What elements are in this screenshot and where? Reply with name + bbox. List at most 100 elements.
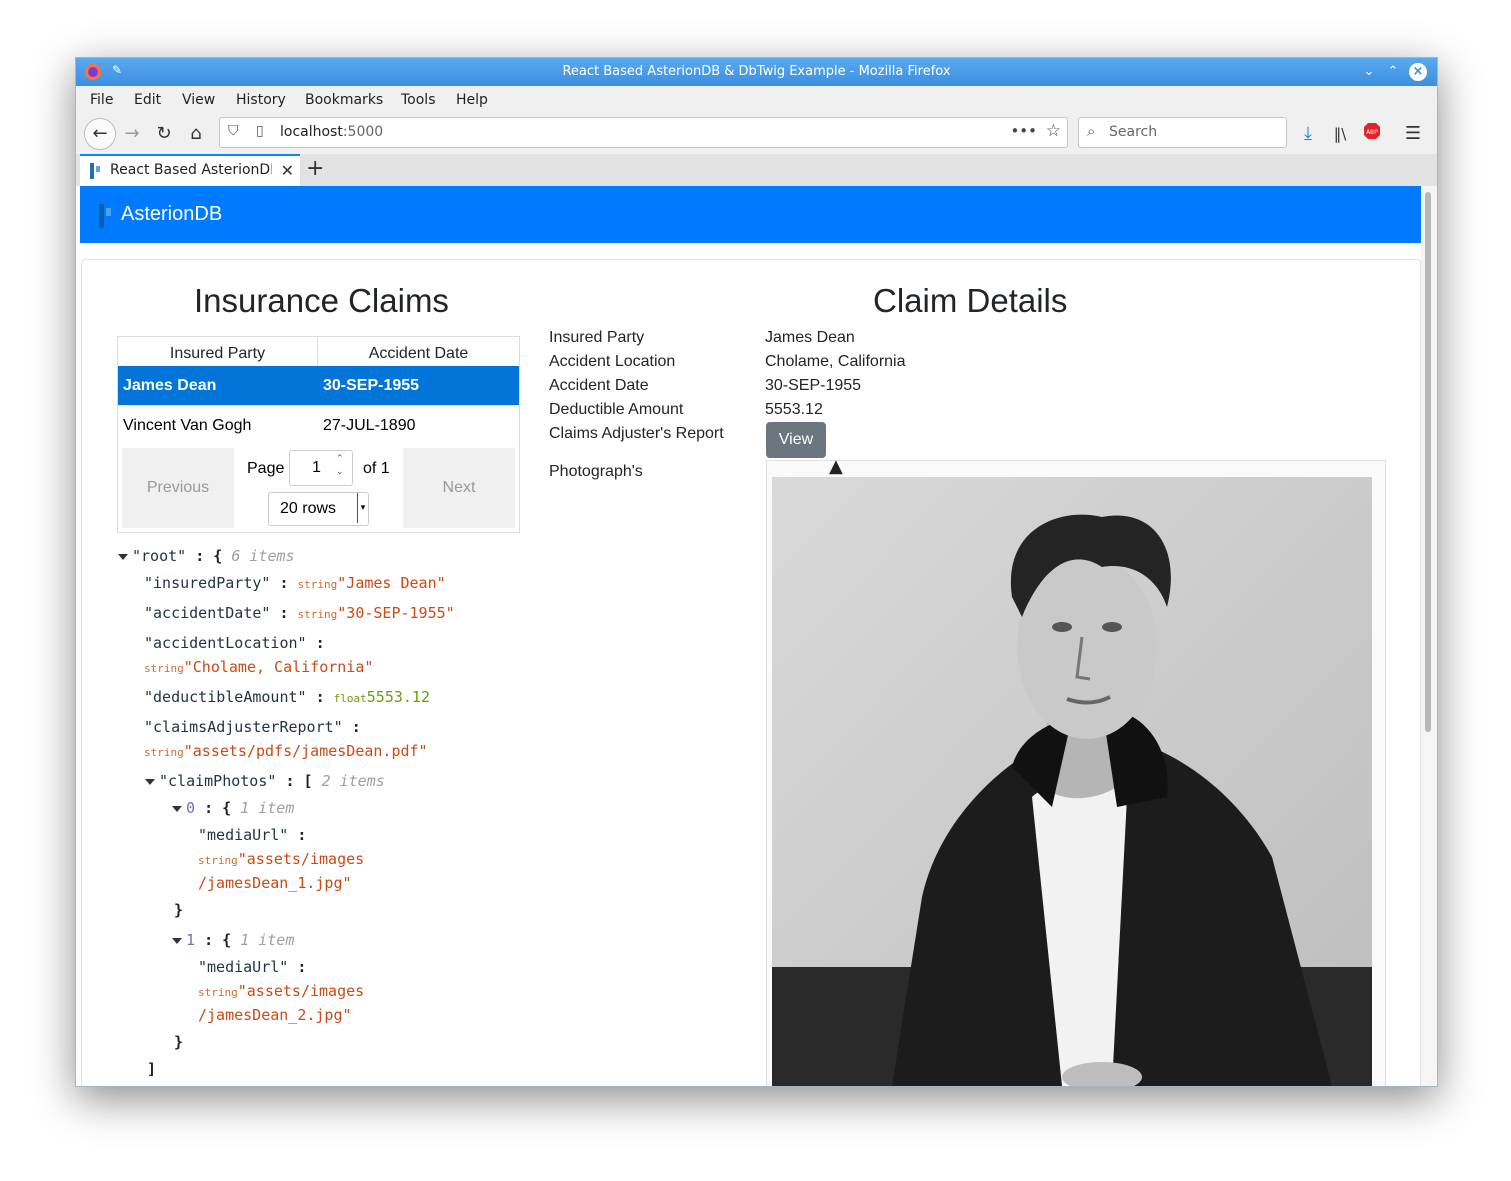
table-row[interactable]: Vincent Van Gogh 27-JUL-1890 bbox=[118, 405, 519, 445]
details-heading: Claim Details bbox=[873, 282, 1068, 319]
json-accident-location-key: "accidentLocation" : bbox=[144, 634, 325, 652]
page-scrollbar[interactable] bbox=[1421, 186, 1437, 1086]
close-window-icon[interactable]: × bbox=[1409, 63, 1427, 81]
page-number-input[interactable]: 1 ⌃ ⌄ bbox=[289, 450, 353, 486]
table-pagination: Previous Page 1 ⌃ ⌄ of 1 20 rows ▾ Next bbox=[117, 444, 520, 533]
svg-text:ABP: ABP bbox=[1366, 129, 1378, 136]
menu-tools[interactable]: Tools bbox=[401, 92, 436, 108]
tab-strip: React Based AsterionDB ✕ + bbox=[76, 154, 1437, 186]
json-photo-0-key: "mediaUrl" : bbox=[198, 826, 307, 844]
view-report-button[interactable]: View bbox=[766, 422, 826, 458]
json-insured-party: "insuredParty" : string"James Dean" bbox=[144, 574, 446, 592]
json-photo-0-value-cont: /jamesDean_1.jpg" bbox=[198, 874, 352, 892]
reload-icon[interactable]: ↻ bbox=[152, 122, 176, 146]
app-navbar: AsterionDB bbox=[80, 186, 1421, 243]
collapse-triangle-icon[interactable] bbox=[145, 778, 155, 785]
json-root-line[interactable]: "root" : { 6 items bbox=[118, 547, 295, 565]
claim-photo bbox=[772, 477, 1372, 1086]
json-accident-location-value: string"Cholame, California" bbox=[144, 658, 374, 676]
search-icon: ⌕ bbox=[1087, 122, 1096, 140]
json-close-brace: } bbox=[174, 901, 184, 919]
json-photo-1-key: "mediaUrl" : bbox=[198, 958, 307, 976]
json-photo-1-value: string"assets/images bbox=[198, 982, 365, 1000]
json-photo-1[interactable]: 1 : { 1 item bbox=[172, 931, 294, 949]
scrollbar-thumb[interactable] bbox=[1425, 192, 1431, 732]
close-tab-icon[interactable]: ✕ bbox=[281, 161, 294, 180]
value-deductible-amount: 5553.12 bbox=[765, 401, 823, 418]
json-claims-report-key: "claimsAdjusterReport" : bbox=[144, 718, 361, 736]
page-count: of 1 bbox=[363, 460, 390, 477]
search-placeholder: Search bbox=[1109, 124, 1158, 140]
page-info-icon[interactable]: ▯ bbox=[256, 123, 264, 139]
back-arrow-icon[interactable]: ← bbox=[84, 118, 116, 150]
new-tab-icon[interactable]: + bbox=[306, 156, 324, 181]
json-photo-0[interactable]: 0 : { 1 item bbox=[172, 799, 294, 817]
page-actions-icon[interactable]: ••• bbox=[1010, 122, 1037, 140]
menu-file[interactable]: File bbox=[90, 92, 113, 108]
tab-active[interactable]: React Based AsterionDB ✕ bbox=[80, 154, 300, 186]
collapse-triangle-icon[interactable] bbox=[172, 937, 182, 944]
url-bar[interactable]: ⛉ ▯ localhost:5000 ••• ☆ bbox=[219, 117, 1068, 148]
page-number-value: 1 bbox=[312, 459, 321, 476]
json-claim-photos[interactable]: "claimPhotos" : [ 2 items bbox=[145, 772, 385, 790]
title-bar: ✎ React Based AsterionDB & DbTwig Exampl… bbox=[76, 58, 1437, 86]
label-insured-party: Insured Party bbox=[549, 329, 645, 346]
tab-label: React Based AsterionDB bbox=[110, 162, 272, 178]
label-claims-report: Claims Adjuster's Report bbox=[549, 425, 724, 442]
browser-window: ✎ React Based AsterionDB & DbTwig Exampl… bbox=[75, 57, 1438, 1087]
next-button[interactable]: Next bbox=[403, 448, 515, 528]
forward-arrow-icon[interactable]: → bbox=[120, 122, 144, 146]
menu-edit[interactable]: Edit bbox=[134, 92, 161, 108]
home-icon[interactable]: ⌂ bbox=[184, 122, 208, 146]
app-brand[interactable]: AsterionDB bbox=[121, 203, 222, 226]
favicon-icon bbox=[88, 163, 102, 183]
cell-insured-party: Vincent Van Gogh bbox=[123, 417, 252, 434]
minimize-icon[interactable]: ⌄ bbox=[1360, 63, 1378, 81]
label-accident-location: Accident Location bbox=[549, 353, 676, 370]
json-close-bracket: ] bbox=[147, 1060, 157, 1078]
previous-button[interactable]: Previous bbox=[122, 448, 234, 528]
label-accident-date: Accident Date bbox=[549, 377, 649, 394]
menu-help[interactable]: Help bbox=[456, 92, 488, 108]
library-icon[interactable]: ‖\ bbox=[1328, 122, 1352, 146]
value-accident-location: Cholame, California bbox=[765, 353, 906, 370]
value-insured-party: James Dean bbox=[765, 329, 855, 346]
chevron-down-icon[interactable]: ▾ bbox=[357, 493, 368, 523]
page-stepper-icon[interactable]: ⌃ ⌄ bbox=[336, 453, 344, 479]
menu-view[interactable]: View bbox=[182, 92, 215, 108]
shield-icon[interactable]: ⛉ bbox=[228, 123, 239, 139]
json-photo-0-value: string"assets/images bbox=[198, 850, 365, 868]
adblock-icon[interactable]: ABP bbox=[1360, 122, 1384, 146]
mouse-cursor-icon: ▲ bbox=[829, 456, 843, 477]
json-close-brace: } bbox=[174, 1033, 184, 1051]
collapse-triangle-icon[interactable] bbox=[118, 553, 128, 560]
json-accident-date: "accidentDate" : string"30-SEP-1955" bbox=[144, 604, 455, 622]
maximize-icon[interactable]: ⌃ bbox=[1384, 63, 1402, 81]
cell-accident-date: 30-SEP-1955 bbox=[323, 377, 420, 394]
bookmark-star-icon[interactable]: ☆ bbox=[1046, 121, 1061, 141]
cell-accident-date: 27-JUL-1890 bbox=[323, 417, 416, 434]
window-title: React Based AsterionDB & DbTwig Example … bbox=[562, 64, 951, 79]
json-deductible-amount: "deductibleAmount" : float5553.12 bbox=[144, 688, 430, 706]
json-claims-report-value: string"assets/pdfs/jamesDean.pdf" bbox=[144, 742, 428, 760]
label-deductible-amount: Deductible Amount bbox=[549, 401, 684, 418]
menu-bookmarks[interactable]: Bookmarks bbox=[305, 92, 383, 108]
value-accident-date: 30-SEP-1955 bbox=[765, 377, 862, 394]
menu-history[interactable]: History bbox=[236, 92, 286, 108]
table-row[interactable]: James Dean 30-SEP-1955 bbox=[118, 366, 519, 405]
rows-per-page-value: 20 rows bbox=[280, 500, 337, 517]
rows-per-page-select[interactable]: 20 rows ▾ bbox=[268, 492, 369, 526]
collapse-triangle-icon[interactable] bbox=[172, 805, 182, 812]
search-input[interactable]: ⌕ Search bbox=[1078, 117, 1287, 148]
label-photographs: Photograph's bbox=[549, 463, 643, 480]
page-label: Page bbox=[247, 460, 285, 477]
claims-table: Insured Party Accident Date James Dean 3… bbox=[117, 336, 520, 445]
hamburger-menu-icon[interactable]: ☰ bbox=[1401, 122, 1425, 146]
cell-insured-party: James Dean bbox=[123, 377, 217, 394]
asteriondb-logo-icon bbox=[96, 204, 114, 232]
json-photo-1-value-cont: /jamesDean_2.jpg" bbox=[198, 1006, 352, 1024]
url-text[interactable]: localhost:5000 bbox=[280, 124, 383, 140]
menu-bar: File Edit View History Bookmarks Tools H… bbox=[76, 86, 1437, 114]
download-icon[interactable]: ⤓ bbox=[1296, 122, 1320, 146]
page-content: AsterionDB Insurance Claims Claim Detail… bbox=[80, 186, 1421, 1086]
